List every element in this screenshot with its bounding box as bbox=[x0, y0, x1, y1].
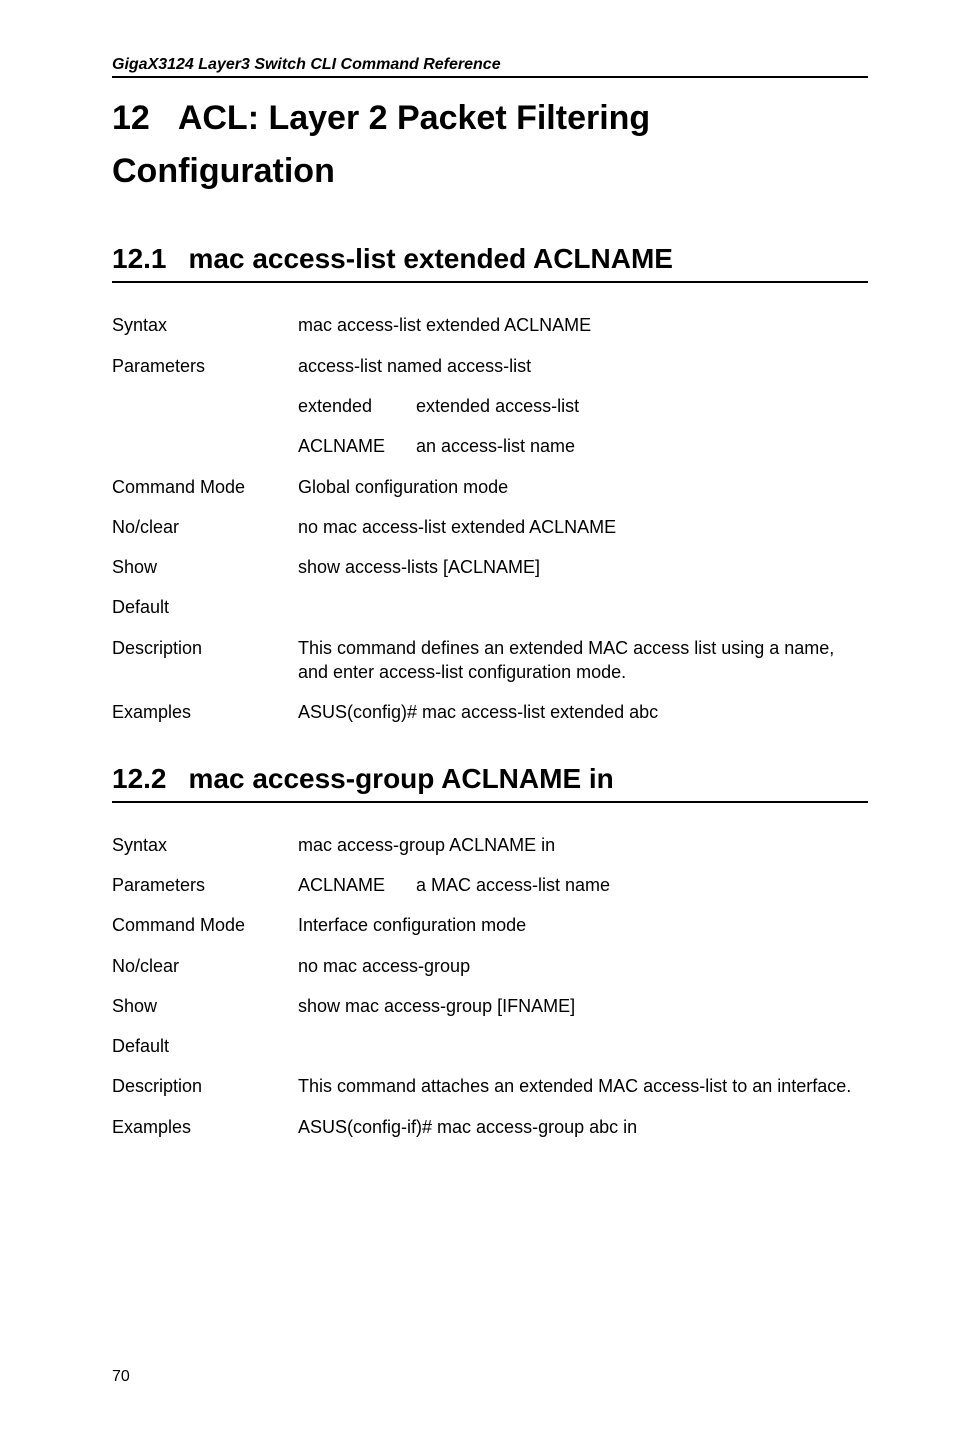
chapter-title-text: ACL: Layer 2 Packet Filtering Configurat… bbox=[112, 99, 650, 190]
value-command-mode: Interface configuration mode bbox=[298, 905, 868, 945]
section-title-1: 12.1 mac access-list extended ACLNAME bbox=[112, 243, 868, 275]
value-description: This command attaches an extended MAC ac… bbox=[298, 1066, 868, 1106]
row-param-aclname: ACLNAME an access-list name bbox=[112, 426, 868, 466]
label-noclear: No/clear bbox=[112, 946, 298, 986]
header-rule bbox=[112, 76, 868, 78]
label-syntax: Syntax bbox=[112, 305, 298, 345]
label-show: Show bbox=[112, 547, 298, 587]
row-show: Show show mac access-group [IFNAME] bbox=[112, 986, 868, 1026]
section-title-2: 12.2 mac access-group ACLNAME in bbox=[112, 763, 868, 795]
row-param-extended: extended extended access-list bbox=[112, 386, 868, 426]
section-rule-1 bbox=[112, 281, 868, 283]
label-syntax: Syntax bbox=[112, 825, 298, 865]
row-parameters: Parameters access-list named access-list bbox=[112, 346, 868, 386]
section-rule-2 bbox=[112, 801, 868, 803]
param-aclname-key: ACLNAME bbox=[298, 426, 416, 466]
param-aclname-val: an access-list name bbox=[416, 426, 868, 466]
value-noclear: no mac access-group bbox=[298, 946, 868, 986]
value-syntax: mac access-group ACLNAME in bbox=[298, 825, 868, 865]
chapter-number: 12 bbox=[112, 92, 150, 145]
label-noclear: No/clear bbox=[112, 507, 298, 547]
value-description: This command defines an extended MAC acc… bbox=[298, 628, 868, 693]
label-default: Default bbox=[112, 587, 298, 627]
value-noclear: no mac access-list extended ACLNAME bbox=[298, 507, 868, 547]
param-aclname-key: ACLNAME bbox=[298, 865, 416, 905]
row-default: Default bbox=[112, 1026, 868, 1066]
empty-cell bbox=[112, 426, 298, 466]
param-aclname-val: a MAC access-list name bbox=[416, 865, 868, 905]
row-show: Show show access-lists [ACLNAME] bbox=[112, 547, 868, 587]
label-parameters: Parameters bbox=[112, 346, 298, 386]
value-default bbox=[298, 587, 868, 627]
row-examples: Examples ASUS(config-if)# mac access-gro… bbox=[112, 1107, 868, 1147]
row-syntax: Syntax mac access-list extended ACLNAME bbox=[112, 305, 868, 345]
definition-table-2: Syntax mac access-group ACLNAME in Param… bbox=[112, 825, 868, 1147]
section-number-2: 12.2 bbox=[112, 763, 167, 795]
row-description: Description This command defines an exte… bbox=[112, 628, 868, 693]
definition-table-1: Syntax mac access-list extended ACLNAME … bbox=[112, 305, 868, 732]
value-parameters: access-list named access-list bbox=[298, 346, 868, 386]
label-show: Show bbox=[112, 986, 298, 1026]
row-description: Description This command attaches an ext… bbox=[112, 1066, 868, 1106]
section-title-text-2: mac access-group ACLNAME in bbox=[189, 763, 614, 794]
value-command-mode: Global configuration mode bbox=[298, 467, 868, 507]
param-extended-val: extended access-list bbox=[416, 386, 868, 426]
row-noclear: No/clear no mac access-group bbox=[112, 946, 868, 986]
row-command-mode: Command Mode Interface configuration mod… bbox=[112, 905, 868, 945]
row-examples: Examples ASUS(config)# mac access-list e… bbox=[112, 692, 868, 732]
section-gap bbox=[112, 733, 868, 763]
value-examples: ASUS(config-if)# mac access-group abc in bbox=[298, 1107, 868, 1147]
label-command-mode: Command Mode bbox=[112, 905, 298, 945]
param-extended-key: extended bbox=[298, 386, 416, 426]
label-examples: Examples bbox=[112, 692, 298, 732]
value-show: show access-lists [ACLNAME] bbox=[298, 547, 868, 587]
label-examples: Examples bbox=[112, 1107, 298, 1147]
label-description: Description bbox=[112, 628, 298, 693]
value-default bbox=[298, 1026, 868, 1066]
running-header: GigaX3124 Layer3 Switch CLI Command Refe… bbox=[112, 56, 868, 74]
label-parameters: Parameters bbox=[112, 865, 298, 905]
row-default: Default bbox=[112, 587, 868, 627]
label-description: Description bbox=[112, 1066, 298, 1106]
chapter-title: 12ACL: Layer 2 Packet Filtering Configur… bbox=[112, 92, 868, 197]
value-syntax: mac access-list extended ACLNAME bbox=[298, 305, 868, 345]
label-default: Default bbox=[112, 1026, 298, 1066]
empty-cell bbox=[112, 386, 298, 426]
page-number: 70 bbox=[112, 1368, 130, 1386]
page: GigaX3124 Layer3 Switch CLI Command Refe… bbox=[0, 0, 954, 1432]
label-command-mode: Command Mode bbox=[112, 467, 298, 507]
row-noclear: No/clear no mac access-list extended ACL… bbox=[112, 507, 868, 547]
section-number-1: 12.1 bbox=[112, 243, 167, 275]
row-parameters: Parameters ACLNAME a MAC access-list nam… bbox=[112, 865, 868, 905]
value-show: show mac access-group [IFNAME] bbox=[298, 986, 868, 1026]
row-command-mode: Command Mode Global configuration mode bbox=[112, 467, 868, 507]
section-title-text-1: mac access-list extended ACLNAME bbox=[189, 243, 673, 274]
row-syntax: Syntax mac access-group ACLNAME in bbox=[112, 825, 868, 865]
value-examples: ASUS(config)# mac access-list extended a… bbox=[298, 692, 868, 732]
